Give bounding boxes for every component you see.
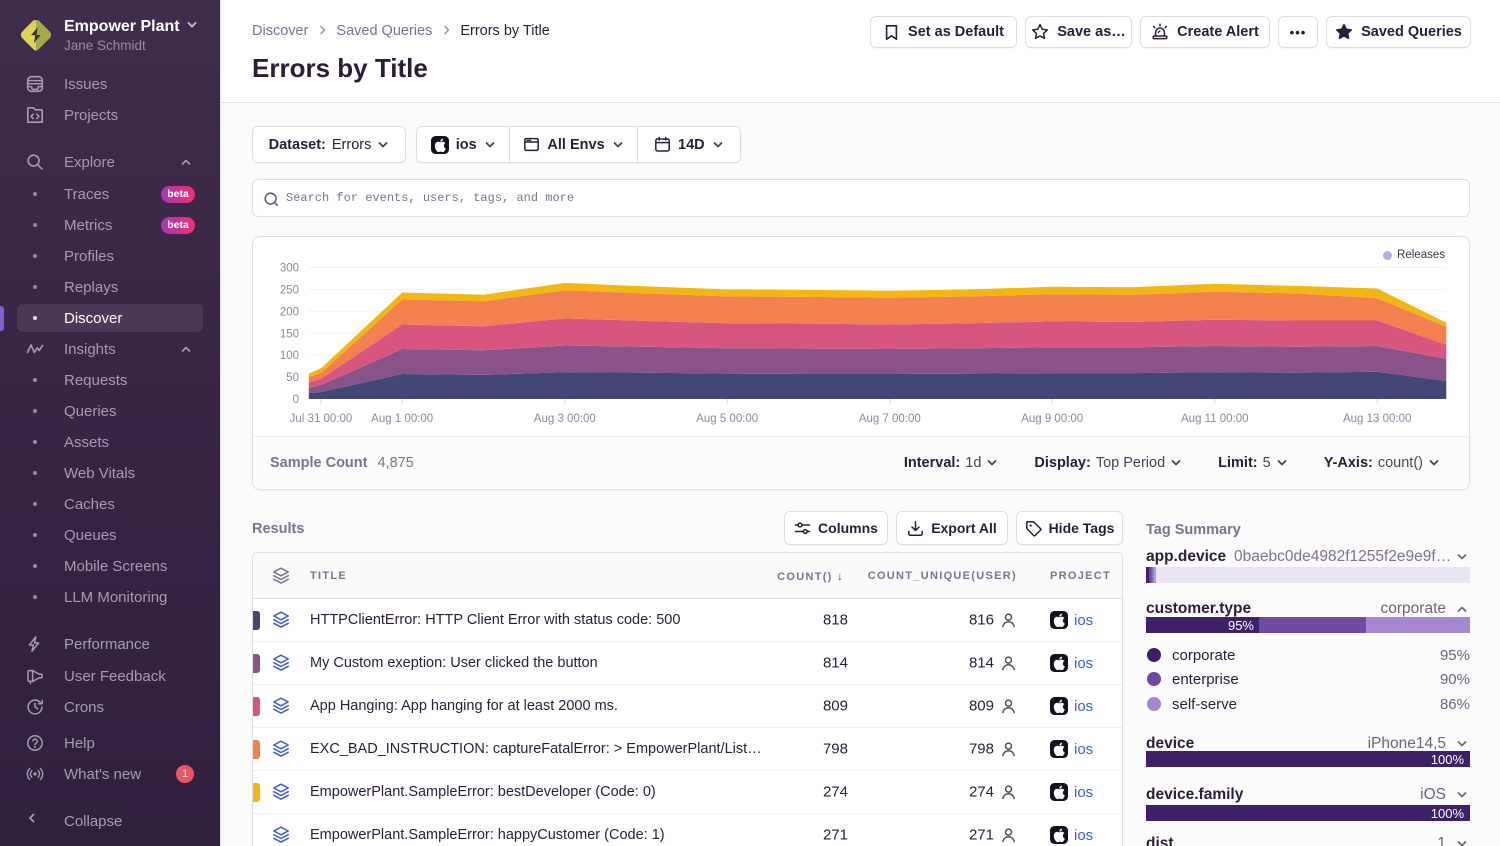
svg-text:250: 250 — [280, 284, 299, 296]
svg-text:Aug 5 00:00: Aug 5 00:00 — [696, 413, 758, 425]
svg-text:Jul 31 00:00: Jul 31 00:00 — [290, 413, 353, 425]
svg-text:150: 150 — [280, 328, 299, 340]
svg-text:50: 50 — [286, 372, 299, 384]
svg-text:300: 300 — [280, 263, 299, 275]
svg-text:0: 0 — [293, 394, 299, 406]
svg-text:Aug 13 00:00: Aug 13 00:00 — [1343, 413, 1411, 425]
svg-text:Aug 3 00:00: Aug 3 00:00 — [534, 413, 596, 425]
svg-text:Aug 9 00:00: Aug 9 00:00 — [1021, 413, 1083, 425]
svg-text:Aug 11 00:00: Aug 11 00:00 — [1181, 413, 1249, 425]
svg-text:200: 200 — [280, 306, 299, 318]
svg-text:100: 100 — [280, 350, 299, 362]
svg-text:Aug 1 00:00: Aug 1 00:00 — [371, 413, 433, 425]
svg-text:Aug 7 00:00: Aug 7 00:00 — [859, 413, 921, 425]
